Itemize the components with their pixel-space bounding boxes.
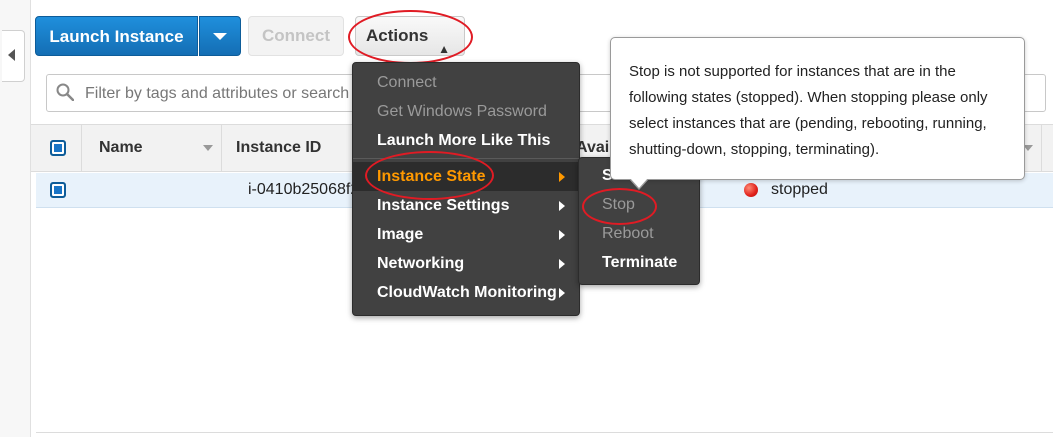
filter-placeholder: Filter by tags and attributes or search (85, 85, 350, 102)
caret-down-icon (213, 33, 227, 40)
column-header-name[interactable]: Name (99, 125, 143, 171)
column-divider (81, 125, 82, 171)
menu-item-label: Networking (377, 255, 465, 272)
stopped-status-icon (744, 183, 758, 197)
menu-item-stop: Stop (602, 196, 635, 213)
menu-item-label: Instance State (377, 168, 486, 185)
tooltip-pointer-fill (630, 178, 648, 188)
chevron-right-icon (559, 172, 565, 182)
menu-item-label: Image (377, 226, 424, 243)
column-divider (221, 125, 222, 171)
stop-tooltip: Stop is not supported for instances that… (610, 37, 1025, 180)
connect-button: Connect (248, 16, 344, 56)
chevron-right-icon (559, 230, 565, 240)
select-all-checkbox[interactable] (50, 140, 66, 156)
menu-item-terminate[interactable]: Terminate (579, 248, 699, 277)
menu-item-instance-settings[interactable]: Instance Settings (353, 191, 579, 220)
menu-item-networking[interactable]: Networking (353, 249, 579, 278)
divider (36, 432, 1053, 433)
menu-item-cloudwatch-monitoring[interactable]: CloudWatch Monitoring (353, 278, 579, 307)
menu-item-image[interactable]: Image (353, 220, 579, 249)
chevron-left-icon (8, 49, 15, 61)
actions-button[interactable]: Actions ▲ (355, 16, 465, 56)
chevron-right-icon (559, 201, 565, 211)
actions-menu: Connect Get Windows Password Launch More… (352, 62, 580, 316)
menu-item-label: CloudWatch Monitoring (377, 284, 557, 301)
column-divider (1041, 125, 1042, 171)
cell-instance-id: i-0410b25068f27 (248, 181, 369, 198)
chevron-right-icon (559, 259, 565, 269)
menu-divider (353, 158, 579, 159)
collapse-sidebar-button[interactable] (2, 30, 25, 82)
actions-label: Actions (366, 26, 429, 45)
menu-item-label: Instance Settings (377, 197, 510, 214)
row-checkbox[interactable] (50, 182, 66, 198)
launch-instance-button[interactable]: Launch Instance (35, 16, 198, 56)
search-icon (56, 83, 74, 101)
menu-item-instance-state[interactable]: Instance State (353, 162, 579, 191)
chevron-right-icon (559, 288, 565, 298)
menu-item-reboot: Reboot (602, 225, 654, 242)
sort-icon[interactable] (203, 145, 213, 151)
launch-options-button[interactable] (199, 16, 241, 56)
menu-item-connect: Connect (377, 74, 437, 91)
menu-item-get-windows-password: Get Windows Password (377, 103, 547, 120)
column-header-instance-id[interactable]: Instance ID (236, 125, 321, 171)
menu-item-launch-more-like-this[interactable]: Launch More Like This (353, 126, 579, 155)
